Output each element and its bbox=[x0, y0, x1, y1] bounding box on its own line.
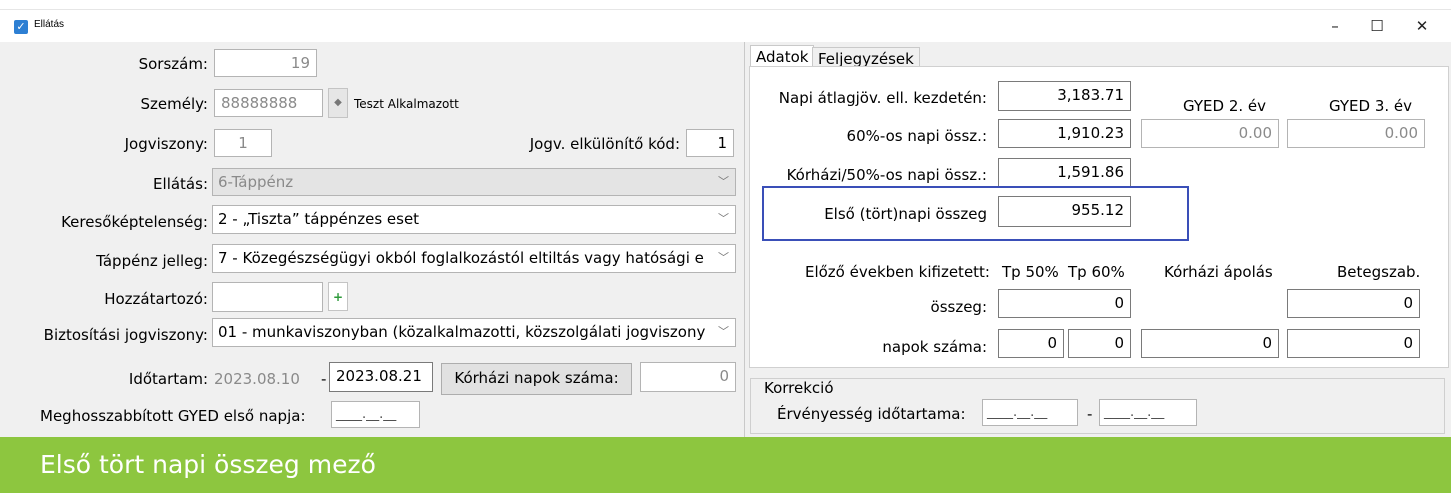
keresokeptelenseg-select[interactable]: 2 - „Tiszta” táppénzes eset ﹀ bbox=[212, 205, 736, 234]
biztositasi-label: Biztosítási jogviszony: bbox=[43, 326, 208, 344]
korrekcio-title: Korrekció bbox=[760, 379, 838, 397]
jogviszony-field[interactable]: 1 bbox=[214, 129, 272, 157]
gyed3-field[interactable]: 0.00 bbox=[1287, 119, 1425, 148]
ellatas-label: Ellátás: bbox=[153, 175, 208, 193]
elso-tort-label: Első (tört)napi összeg bbox=[824, 205, 987, 223]
hozzatartozo-label: Hozzátartozó: bbox=[104, 290, 208, 308]
napi-atlag-label: Napi átlagjöv. ell. kezdetén: bbox=[778, 89, 987, 107]
ellatas-select[interactable]: 6-Táppénz ﹀ bbox=[212, 168, 736, 196]
elozo-label: Előző években kifizetett: bbox=[804, 263, 990, 281]
hozzatartozo-field[interactable] bbox=[212, 282, 323, 312]
korhazi50-label: Kórházi/50%-os napi össz.: bbox=[786, 166, 987, 184]
chevron-down-icon: ﹀ bbox=[718, 251, 729, 264]
napok-betegszab-field[interactable]: 0 bbox=[1287, 329, 1420, 358]
tab-feljegyzesek[interactable]: Feljegyzések bbox=[812, 47, 920, 68]
gyed-date-field[interactable]: ____.__.__ bbox=[331, 401, 420, 428]
osszeg-betegszab-field[interactable]: 0 bbox=[1287, 289, 1420, 318]
caption-banner: Első tört napi összeg mező bbox=[0, 437, 1451, 493]
plus-icon: + bbox=[332, 290, 344, 304]
col-betegszab: Betegszab. bbox=[1337, 263, 1421, 281]
idotartam-from[interactable]: 2023.08.10 bbox=[214, 370, 300, 388]
window-title: Ellátás bbox=[34, 19, 65, 30]
napi60-label: 60%-os napi össz.: bbox=[846, 127, 987, 145]
napi60-field[interactable]: 1,910.23 bbox=[998, 119, 1131, 148]
korhazi50-field[interactable]: 1,591.86 bbox=[998, 158, 1131, 187]
jogv-kod-label: Jogv. elkülönítő kód: bbox=[529, 135, 680, 153]
gyed2-label: GYED 2. év bbox=[1183, 97, 1267, 115]
elso-tort-field[interactable]: 955.12 bbox=[998, 196, 1131, 227]
szemely-field[interactable]: 88888888 bbox=[214, 89, 323, 117]
napi-atlag-field[interactable]: 3,183.71 bbox=[998, 81, 1131, 111]
close-button[interactable]: ✕ bbox=[1407, 14, 1437, 38]
diamond-icon: ◆ bbox=[334, 97, 342, 108]
col-korhazi: Kórházi ápolás bbox=[1164, 263, 1273, 281]
idotartam-to[interactable]: 2023.08.21 bbox=[329, 362, 433, 392]
osszeg-label: összeg: bbox=[930, 298, 987, 316]
minimize-button[interactable]: – bbox=[1320, 14, 1350, 38]
keresokeptelenseg-value: 2 - „Tiszta” táppénzes eset bbox=[218, 210, 420, 228]
gyed2-field[interactable]: 0.00 bbox=[1141, 119, 1279, 148]
gyed-label: Meghosszabbított GYED első napja: bbox=[40, 407, 306, 425]
chevron-down-icon: ﹀ bbox=[718, 175, 729, 188]
szemely-label: Személy: bbox=[140, 95, 208, 113]
person-lookup-button[interactable]: ◆ bbox=[328, 88, 348, 118]
napok-label: napok száma: bbox=[882, 338, 987, 356]
top-strip bbox=[0, 0, 1451, 10]
col-tp50: Tp 50% bbox=[1002, 263, 1059, 281]
col-tp60: Tp 60% bbox=[1068, 263, 1125, 281]
jogv-kod-field[interactable]: 1 bbox=[686, 129, 734, 157]
idotartam-dash: - bbox=[321, 370, 327, 388]
tappenz-jelleg-label: Táppénz jelleg: bbox=[96, 252, 208, 270]
add-relative-button[interactable]: + bbox=[328, 282, 348, 311]
ervenyesseg-dash: - bbox=[1087, 405, 1093, 423]
chevron-down-icon: ﹀ bbox=[718, 212, 729, 225]
tab-adatok[interactable]: Adatok bbox=[750, 45, 815, 67]
ellatas-value: 6-Táppénz bbox=[218, 173, 294, 191]
maximize-button[interactable]: ☐ bbox=[1362, 14, 1392, 38]
napok-tp60-field[interactable]: 0 bbox=[1068, 329, 1131, 358]
napok-korhazi-field[interactable]: 0 bbox=[1141, 329, 1279, 358]
ervenyesseg-label: Érvényesség időtartama: bbox=[777, 405, 966, 423]
app-check-icon: ✓ bbox=[14, 20, 28, 34]
person-name: Teszt Alkalmazott bbox=[354, 97, 459, 111]
jogviszony-label: Jogviszony: bbox=[124, 135, 208, 153]
gyed3-label: GYED 3. év bbox=[1329, 97, 1413, 115]
biztositasi-value: 01 - munkaviszonyban (közalkalmazotti, k… bbox=[218, 323, 706, 341]
sorszam-label: Sorszám: bbox=[138, 55, 208, 73]
ervenyesseg-to[interactable]: ____.__.__ bbox=[1099, 399, 1197, 426]
ervenyesseg-from[interactable]: ____.__.__ bbox=[982, 399, 1078, 426]
tappenz-jelleg-value: 7 - Közegészségügyi okból foglalkozástól… bbox=[218, 249, 704, 267]
napok-tp50-field[interactable]: 0 bbox=[998, 329, 1064, 358]
keresokeptelenseg-label: Keresőképtelenség: bbox=[61, 213, 208, 231]
title-bar bbox=[0, 10, 1451, 42]
korhazi-napok-field[interactable]: 0 bbox=[640, 362, 736, 392]
osszeg-tp-field[interactable]: 0 bbox=[998, 289, 1131, 318]
biztositasi-select[interactable]: 01 - munkaviszonyban (közalkalmazotti, k… bbox=[212, 318, 736, 347]
idotartam-label: Időtartam: bbox=[128, 370, 208, 388]
chevron-down-icon: ﹀ bbox=[718, 325, 729, 338]
korhazi-napok-button[interactable]: Kórházi napok száma: bbox=[441, 363, 632, 395]
tappenz-jelleg-select[interactable]: 7 - Közegészségügyi okból foglalkozástól… bbox=[212, 244, 736, 273]
sorszam-field[interactable]: 19 bbox=[214, 49, 317, 77]
